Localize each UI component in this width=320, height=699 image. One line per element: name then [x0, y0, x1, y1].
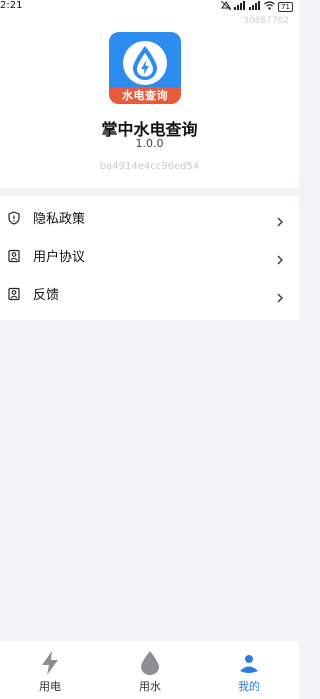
water-drop-icon	[140, 651, 160, 679]
bottom-tab-bar: 用电 用水 我的	[0, 641, 299, 699]
device-id: ba4914e4cc96ed54	[99, 161, 200, 172]
mute-icon	[220, 0, 232, 13]
menu-item-feedback[interactable]: 反馈	[0, 274, 299, 312]
tab-label: 用电	[39, 680, 61, 693]
status-bar: 2:21 71	[0, 0, 299, 16]
menu-item-privacy-policy[interactable]: 隐私政策	[0, 198, 299, 236]
menu-item-user-agreement[interactable]: 用户协议	[0, 236, 299, 274]
app-logo: 水电查询	[109, 32, 181, 104]
app-version: 1.0.0	[135, 137, 164, 150]
profile-header: 30887782 水电查询 掌中水电查询 1.0.0 ba4914e4cc96e…	[0, 16, 299, 188]
signal-icon	[249, 1, 261, 13]
tab-label: 我的	[238, 680, 260, 693]
water-drop-logo-icon	[123, 41, 167, 85]
chevron-right-icon	[275, 250, 285, 265]
user-card-icon	[7, 248, 21, 263]
chevron-right-icon	[275, 212, 285, 227]
status-icons: 71	[220, 0, 293, 13]
profile-icon	[239, 651, 259, 679]
tab-electricity[interactable]: 用电	[0, 641, 100, 699]
wifi-icon	[264, 1, 275, 13]
signal-icon	[234, 1, 246, 13]
battery-icon: 71	[278, 2, 293, 12]
menu-item-label: 用户协议	[33, 249, 86, 265]
chevron-right-icon	[275, 288, 285, 303]
lightning-icon	[40, 651, 60, 679]
status-time: 2:21	[0, 0, 23, 11]
watermark-text: 30887782	[243, 16, 289, 26]
tab-water[interactable]: 用水	[100, 641, 200, 699]
shield-icon	[7, 210, 21, 225]
settings-menu: 隐私政策 用户协议 反馈	[0, 196, 299, 320]
tab-label: 用水	[139, 680, 161, 693]
user-card-icon	[7, 286, 21, 301]
logo-banner: 水电查询	[109, 87, 181, 104]
menu-item-label: 反馈	[33, 287, 60, 303]
menu-item-label: 隐私政策	[33, 211, 86, 227]
tab-mine[interactable]: 我的	[199, 641, 299, 699]
